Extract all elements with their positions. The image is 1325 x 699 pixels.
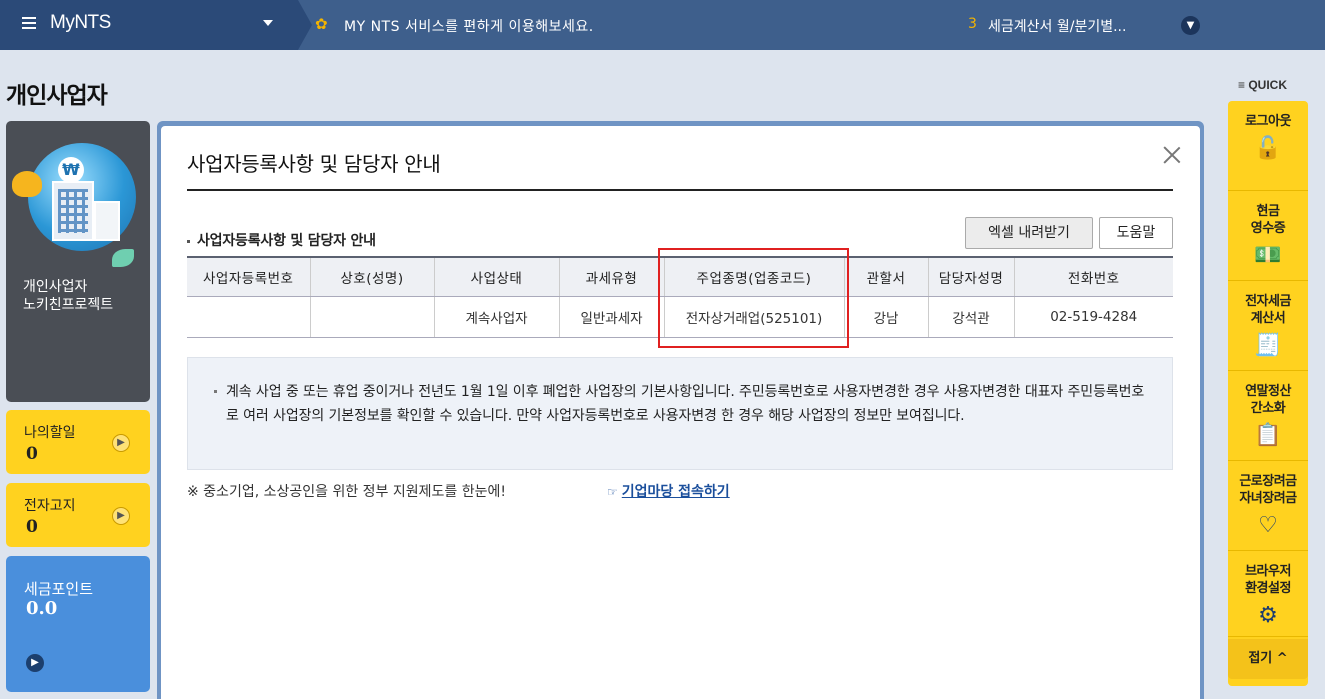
- quick-item-label: 브라우저 환경설정: [1245, 564, 1291, 596]
- quick-year-end-settlement[interactable]: 연말정산 간소화 📋: [1228, 371, 1308, 461]
- table-cell: 강석관: [927, 296, 1014, 338]
- profile-name: 노키친프로젝트: [23, 297, 114, 313]
- notice-title[interactable]: 세금계산서 월/분기별...: [988, 16, 1126, 36]
- title-divider: [187, 189, 1173, 191]
- todo-card[interactable]: 나의할일 0 ▶: [6, 410, 150, 474]
- caret-down-icon[interactable]: [263, 20, 273, 26]
- quick-item-label: 근로장려금 자녀장려금: [1239, 474, 1297, 506]
- won-coin-icon: ₩: [58, 157, 84, 183]
- hamburger-menu-icon[interactable]: [22, 17, 36, 29]
- profile-type: 개인사업자: [23, 279, 88, 295]
- tax-points-card[interactable]: 세금포인트 0.0 ▶: [6, 556, 150, 692]
- quick-item-label: 전자세금 계산서: [1245, 294, 1291, 326]
- quick-e-tax-invoice[interactable]: 전자세금 계산서 🧾: [1228, 281, 1308, 371]
- page-title: 개인사업자: [6, 83, 108, 109]
- quick-item-label: 연말정산 간소화: [1245, 384, 1291, 416]
- quick-incentive[interactable]: 근로장려금 자녀장려금 ♡: [1228, 461, 1308, 551]
- modal-title: 사업자등록사항 및 담당자 안내: [187, 152, 441, 176]
- todo-label: 나의할일: [24, 425, 76, 441]
- support-note: ※ 중소기업, 소상공인을 위한 정부 지원제도를 한눈에!: [187, 484, 506, 500]
- chevron-down-icon[interactable]: ▼: [1181, 16, 1200, 35]
- e-notice-label: 전자고지: [24, 498, 76, 514]
- notice-count: 3: [968, 16, 977, 32]
- quick-logout[interactable]: 로그아웃 🔓: [1228, 101, 1308, 191]
- cash-receipt-icon: 💵: [1254, 243, 1282, 268]
- table-cell: 계속사업자: [433, 296, 559, 338]
- chevron-right-icon[interactable]: ▶: [112, 434, 130, 452]
- table-header: 담당자성명: [927, 256, 1014, 297]
- link-icon: ☞: [607, 485, 618, 499]
- quick-browser-settings[interactable]: 브라우저 환경설정 ⚙: [1228, 551, 1308, 637]
- todo-count: 0: [26, 444, 38, 464]
- quick-item-label: 로그아웃: [1245, 114, 1291, 129]
- invoice-search-icon: 🧾: [1254, 333, 1282, 358]
- tax-points-label: 세금포인트: [24, 580, 94, 598]
- quick-label-text: QUICK: [1248, 78, 1288, 92]
- top-bar: MyNTS ✿ MY NTS 서비스를 편하게 이용해보세요. 3 세금계산서 …: [0, 0, 1325, 50]
- table-header: 관할서: [843, 256, 928, 297]
- heart-illustration: [12, 171, 42, 197]
- quick-menu-label: ≡ QUICK: [1238, 78, 1288, 92]
- quick-menu: 로그아웃 🔓 현금 영수증 💵 전자세금 계산서 🧾 연말정산 간소화 📋 근로…: [1228, 101, 1308, 686]
- building-icon: [52, 181, 94, 241]
- help-button[interactable]: 도움말: [1099, 217, 1173, 249]
- e-notice-card[interactable]: 전자고지 0 ▶: [6, 483, 150, 547]
- table-cell: 강남: [843, 296, 928, 338]
- quick-fold-label: 접기: [1248, 651, 1273, 666]
- quick-cash-receipt[interactable]: 현금 영수증 💵: [1228, 191, 1308, 281]
- table-cell: [187, 296, 310, 338]
- close-icon[interactable]: [1161, 144, 1183, 166]
- quick-fold-button[interactable]: 접기 ^: [1228, 639, 1308, 679]
- highlight-annotation: [658, 248, 849, 348]
- flower-icon: ✿: [315, 15, 328, 33]
- table-header: 사업자등록번호: [187, 256, 310, 297]
- quick-item-label: 현금 영수증: [1250, 204, 1286, 236]
- tax-points-value: 0.0: [26, 598, 58, 619]
- business-info-modal: 사업자등록사항 및 담당자 안내 사업자등록사항 및 담당자 안내 엑셀 내려받…: [161, 126, 1200, 699]
- table-cell: 02-519-4284: [1013, 296, 1173, 338]
- bizinfo-link[interactable]: ☞ 기업마당 접속하기: [607, 481, 730, 501]
- table-cell: 일반과세자: [558, 296, 664, 338]
- document-search-icon: 📋: [1254, 423, 1282, 448]
- section-title: 사업자등록사항 및 담당자 안내: [187, 230, 376, 250]
- leaf-icon: [112, 249, 134, 267]
- table-header: 과세유형: [558, 256, 664, 297]
- info-note-text: 계속 사업 중 또는 휴업 중이거나 전년도 1월 1일 이후 폐업한 사업장의…: [214, 380, 1156, 428]
- table-header: 상호(성명): [309, 256, 434, 297]
- unlock-icon: 🔓: [1254, 136, 1282, 161]
- chevron-right-icon[interactable]: ▶: [26, 654, 44, 672]
- table-header: 사업상태: [433, 256, 559, 297]
- profile-card: ₩ 개인사업자 노키친프로젝트: [6, 121, 150, 402]
- gear-icon: ⚙: [1258, 603, 1278, 628]
- info-note-box: 계속 사업 중 또는 휴업 중이거나 전년도 1월 1일 이후 폐업한 사업장의…: [187, 357, 1173, 470]
- excel-download-button[interactable]: 엑셀 내려받기: [965, 217, 1093, 249]
- notice-banner-text[interactable]: MY NTS 서비스를 편하게 이용해보세요.: [344, 16, 594, 36]
- heart-hands-icon: ♡: [1258, 513, 1278, 538]
- bizinfo-link-label: 기업마당 접속하기: [621, 484, 730, 500]
- table-header: 전화번호: [1013, 256, 1173, 297]
- chevron-right-icon[interactable]: ▶: [112, 507, 130, 525]
- table-cell: [309, 296, 434, 338]
- brand-area[interactable]: MyNTS: [0, 0, 312, 50]
- building-small-icon: [94, 201, 120, 241]
- e-notice-count: 0: [26, 517, 38, 537]
- brand-logo[interactable]: MyNTS: [50, 12, 111, 34]
